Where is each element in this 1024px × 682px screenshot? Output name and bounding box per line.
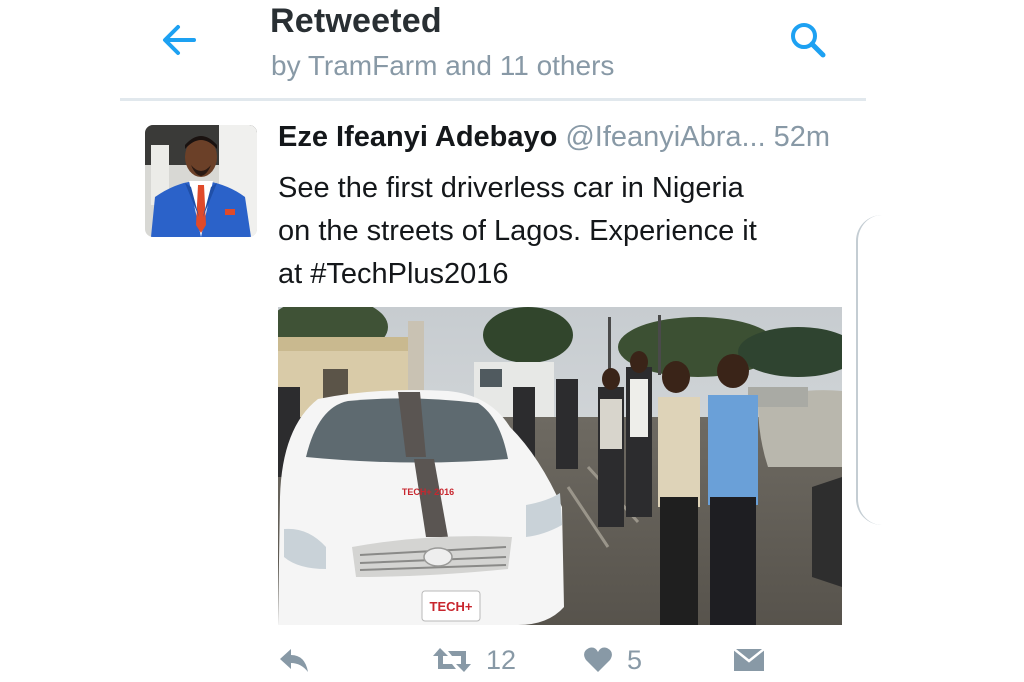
like-count: 5 bbox=[627, 644, 643, 675]
tweet-header: Eze Ifeanyi Adebayo @IfeanyiAbra... 52m bbox=[278, 121, 830, 154]
direct-message-button[interactable] bbox=[733, 640, 765, 680]
retweet-icon bbox=[433, 648, 471, 672]
heart-icon bbox=[584, 647, 612, 672]
direct-message-icon bbox=[733, 648, 765, 671]
reply-button[interactable] bbox=[277, 640, 311, 680]
arrow-left-icon bbox=[163, 25, 196, 55]
like-button[interactable]: 5 bbox=[583, 640, 642, 680]
author-name[interactable]: Eze Ifeanyi Adebayo bbox=[278, 121, 557, 153]
author-handle[interactable]: @IfeanyiAbra... bbox=[565, 121, 765, 153]
tweet-actions: 12 5 bbox=[0, 640, 1024, 682]
avatar[interactable] bbox=[145, 125, 257, 237]
svg-text:TECH+ 2016: TECH+ 2016 bbox=[402, 487, 454, 497]
scroll-edge bbox=[856, 215, 882, 525]
tweet-text: See the first driverless car in Nigeria … bbox=[278, 172, 757, 290]
reply-icon bbox=[280, 649, 308, 672]
retweet-button[interactable]: 12 bbox=[432, 640, 516, 680]
page-title: Retweeted bbox=[270, 2, 442, 40]
back-button[interactable] bbox=[158, 18, 202, 62]
search-button[interactable] bbox=[786, 18, 830, 62]
tweet-timestamp: 52m bbox=[773, 121, 831, 153]
top-bar: Retweeted by TramFarm and 11 others bbox=[0, 0, 1024, 100]
retweeted-by-text[interactable]: by TramFarm and 11 others bbox=[271, 50, 614, 82]
search-icon bbox=[791, 23, 826, 58]
retweet-count: 12 bbox=[486, 644, 517, 675]
svg-text:TECH+: TECH+ bbox=[430, 599, 473, 614]
tweet-photo[interactable]: TECH+ TECH+ 2016 bbox=[278, 307, 842, 625]
header-divider bbox=[120, 98, 866, 101]
